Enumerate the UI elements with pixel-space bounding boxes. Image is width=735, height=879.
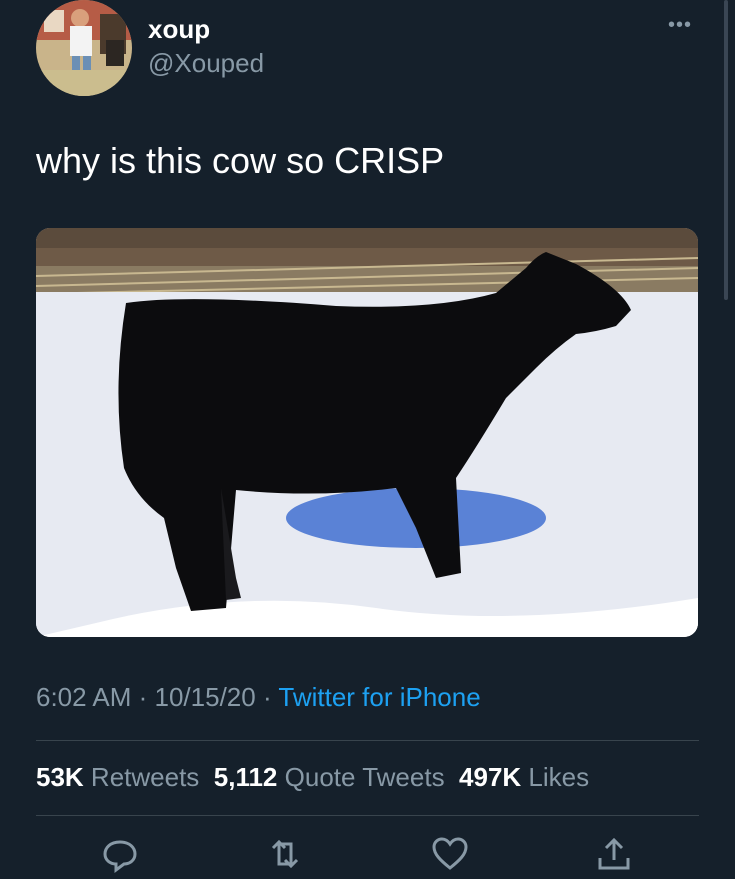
separator: · xyxy=(131,682,155,712)
scrollbar[interactable] xyxy=(724,0,728,300)
quote-tweets-label: Quote Tweets xyxy=(277,762,445,792)
likes-stat[interactable]: 497K Likes xyxy=(459,762,589,792)
share-icon[interactable] xyxy=(594,834,634,874)
tweet-time: 6:02 AM xyxy=(36,682,132,712)
like-icon[interactable] xyxy=(430,834,470,874)
retweets-stat[interactable]: 53K Retweets xyxy=(36,762,199,792)
likes-label: Likes xyxy=(521,762,590,792)
tweet-source-link[interactable]: Twitter for iPhone xyxy=(278,682,480,712)
divider xyxy=(36,815,699,816)
retweets-label: Retweets xyxy=(83,762,200,792)
separator: · xyxy=(255,682,279,712)
retweets-count: 53K xyxy=(36,762,84,792)
user-handle[interactable]: @Xouped xyxy=(148,48,264,79)
avatar[interactable] xyxy=(36,0,132,96)
reply-icon[interactable] xyxy=(100,834,140,874)
tweet-date: 10/15/20 xyxy=(154,682,256,712)
more-options-icon[interactable]: ••• xyxy=(668,14,692,37)
quote-tweets-stat[interactable]: 5,112 Quote Tweets xyxy=(214,762,445,792)
retweet-icon[interactable] xyxy=(265,834,305,874)
likes-count: 497K xyxy=(459,762,522,792)
divider xyxy=(36,740,699,741)
tweet-text: why is this cow so CRISP xyxy=(36,140,445,181)
quote-tweets-count: 5,112 xyxy=(213,762,278,792)
action-bar xyxy=(0,834,735,874)
tweet-metadata: 6:02 AM · 10/15/20 · Twitter for iPhone xyxy=(36,682,481,713)
tweet-image[interactable] xyxy=(36,228,698,637)
tweet-stats: 53K Retweets 5,112 Quote Tweets 497K Lik… xyxy=(36,762,589,793)
display-name[interactable]: xoup xyxy=(148,14,210,45)
